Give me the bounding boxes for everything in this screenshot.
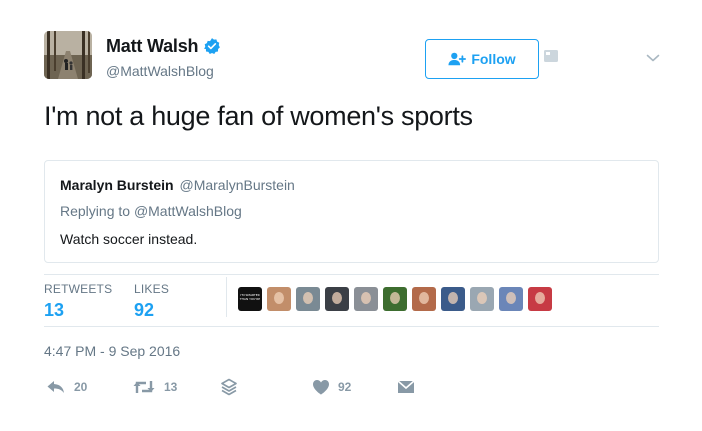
liker-avatar[interactable]: [383, 287, 407, 311]
envelope-icon: [397, 380, 415, 393]
liker-avatar[interactable]: I'M SMARTER THAN YOU'RE: [238, 287, 262, 311]
chevron-down-icon[interactable]: [646, 53, 660, 63]
display-name[interactable]: Matt Walsh: [106, 36, 199, 57]
stats-divider-top: [44, 274, 659, 275]
liker-avatar-text: I'M SMARTER THAN YOU'RE: [239, 293, 261, 301]
liker-face: [506, 292, 516, 304]
replying-to-line: Replying to @MattWalshBlog: [60, 203, 242, 219]
liker-face: [535, 292, 545, 304]
verified-badge-icon: [204, 38, 221, 55]
stats-divider-bottom: [44, 326, 659, 327]
liker-avatar[interactable]: [499, 287, 523, 311]
liker-face: [419, 292, 429, 304]
likes-count: 92: [134, 300, 155, 320]
liker-face: [448, 292, 458, 304]
follow-user-icon: [448, 52, 467, 66]
liker-avatar[interactable]: [354, 287, 378, 311]
quoted-author-handle: @MaralynBurstein: [179, 177, 295, 193]
direct-message-button[interactable]: [397, 377, 415, 397]
author-handle[interactable]: @MattWalshBlog: [106, 63, 214, 79]
heart-icon: [313, 380, 329, 395]
liker-avatars: I'M SMARTER THAN YOU'RE: [238, 287, 557, 311]
liker-avatar[interactable]: [441, 287, 465, 311]
liker-avatar[interactable]: [528, 287, 552, 311]
liker-avatar[interactable]: [325, 287, 349, 311]
message-icon[interactable]: [544, 50, 558, 62]
liker-face: [361, 292, 371, 304]
like-count: 92: [338, 380, 352, 394]
reply-icon: [47, 381, 64, 393]
liker-avatar[interactable]: [412, 287, 436, 311]
quoted-tweet-author: Maralyn Burstein @MaralynBurstein: [60, 177, 295, 193]
tweet-text: I'm not a huge fan of women's sports: [44, 101, 473, 131]
likes-label: LIKES: [134, 282, 170, 296]
retweet-count: 13: [164, 380, 178, 394]
retweets-label: RETWEETS: [44, 282, 113, 296]
quoted-author-name: Maralyn Burstein: [60, 177, 174, 193]
tweet-timestamp[interactable]: 4:47 PM - 9 Sep 2016: [44, 343, 180, 359]
quoted-tweet[interactable]: Maralyn Burstein @MaralynBurstein Replyi…: [44, 160, 659, 263]
retweets-stat[interactable]: RETWEETS 13: [44, 282, 112, 321]
like-button[interactable]: 92: [312, 377, 351, 397]
layers-icon: [221, 378, 237, 396]
quoted-tweet-text: Watch soccer instead.: [60, 231, 198, 247]
likes-stat[interactable]: LIKES 92: [134, 282, 169, 321]
retweet-button[interactable]: 13: [132, 377, 177, 397]
avatar-photo: [44, 31, 92, 79]
share-stack-button[interactable]: [220, 377, 238, 397]
liker-face: [303, 292, 313, 304]
liker-avatar[interactable]: [470, 287, 494, 311]
reply-button[interactable]: 20: [46, 377, 87, 397]
replying-to-prefix: Replying to: [60, 203, 131, 219]
liker-avatar[interactable]: [267, 287, 291, 311]
author-name-row[interactable]: Matt Walsh: [106, 35, 221, 57]
retweets-count: 13: [44, 300, 65, 320]
liker-face: [332, 292, 342, 304]
reply-count: 20: [74, 380, 88, 394]
avatar[interactable]: [44, 31, 92, 79]
stats-separator: [226, 277, 227, 317]
follow-label: Follow: [471, 51, 516, 67]
follow-button[interactable]: Follow: [425, 39, 539, 79]
retweet-icon: [133, 381, 155, 393]
liker-face: [477, 292, 487, 304]
liker-avatar[interactable]: [296, 287, 320, 311]
liker-face: [390, 292, 400, 304]
replying-to-handle[interactable]: @MattWalshBlog: [134, 203, 242, 219]
liker-face: [274, 292, 284, 304]
